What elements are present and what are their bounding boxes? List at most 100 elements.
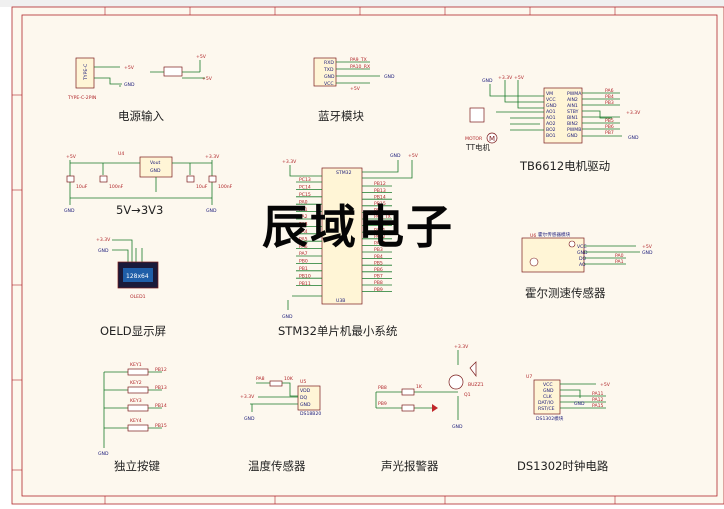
hall-net-pa0: PA0: [615, 253, 624, 259]
key1-ref: KEY1: [130, 362, 142, 368]
svg-text:PWMB: PWMB: [567, 127, 581, 133]
buttons-caption: 独立按键: [114, 459, 160, 473]
svg-text:GND: GND: [577, 250, 588, 256]
power-gnd-label: GND: [124, 82, 135, 88]
rtc-net-pa11: PA11: [592, 391, 604, 397]
alarm-transistor: [448, 374, 464, 390]
svg-text:VDD: VDD: [300, 388, 311, 394]
motor-symbol-letter: M: [489, 135, 495, 143]
key2-net: PB13: [155, 385, 167, 391]
tb-net-pb3: PB3: [605, 100, 614, 106]
keys-gnd: GND: [98, 451, 109, 457]
motor-name: MOTOR: [465, 136, 483, 142]
bt-net-tx: PA9_TX: [350, 57, 367, 63]
svg-text:VCC: VCC: [543, 382, 553, 388]
stm32-ref: U3B: [336, 298, 345, 304]
alarm-3v3: +3.3V: [454, 344, 469, 350]
key3-net: PB14: [155, 403, 167, 409]
svg-text:BIN2: BIN2: [567, 121, 578, 127]
cap-c2: [99, 175, 108, 183]
svg-text:BO1: BO1: [546, 133, 556, 139]
regulator-chip: [139, 156, 173, 178]
toolbar-strip: [0, 0, 724, 7]
temp-net: PA8: [256, 376, 265, 382]
hall-net-pa1: PA1: [615, 259, 624, 265]
svg-text:AO1: AO1: [546, 109, 556, 115]
rtc-part: DS1302模块: [536, 415, 564, 422]
svg-text:GND: GND: [300, 402, 311, 408]
hall-net-5v: +5V: [642, 244, 653, 250]
bt-pin-rxd: RXD: [324, 60, 334, 66]
rtc-net-gnd: GND: [574, 401, 585, 407]
switch-out-label: +5V: [202, 76, 213, 82]
stm32-left-net: PC15: [299, 192, 311, 198]
clock-caption: DS1302时钟电路: [517, 459, 609, 473]
stm32-gnd: GND: [282, 314, 293, 320]
alarm-buzzer-ref: BUZZ1: [468, 382, 484, 388]
alarm-net-pb9: PB9: [378, 401, 387, 407]
svg-text:GND: GND: [543, 388, 554, 394]
stm32-3v3: +3.3V: [282, 159, 297, 165]
tb-net-pb4: PB4: [605, 94, 614, 100]
reg-pin-gnd: GND: [150, 168, 161, 174]
temp-res-val: 10K: [284, 376, 294, 382]
svg-text:AO: AO: [579, 262, 586, 268]
reg-pin-vout: Vout: [150, 160, 161, 166]
temp-3v3: +3.3V: [240, 394, 255, 400]
tb-net-gnd: GND: [628, 135, 639, 141]
stm32-right-gnd: GND: [390, 153, 401, 159]
key3-ref: KEY3: [130, 398, 142, 404]
rtc-net-pa12: PA12: [592, 397, 604, 403]
temp-ref: U5: [300, 379, 306, 385]
svg-text:DQ: DQ: [300, 395, 308, 401]
bt-net-rx: PA10_RX: [350, 64, 370, 70]
oled-3v3: +3.3V: [96, 237, 111, 243]
stm32-left-net: PB0: [299, 259, 308, 265]
cap-c3: [186, 175, 195, 183]
stm32-right-net: PB13: [374, 188, 386, 194]
cap-c2-val: 100nF: [109, 184, 124, 190]
oled-ref: OLED1: [130, 294, 146, 300]
tb-top-3v3: +3.3V: [498, 75, 513, 81]
svg-text:BIN1: BIN1: [567, 115, 578, 121]
stm32-right-net: PB12: [374, 181, 386, 187]
svg-text:AIN2: AIN2: [567, 97, 578, 103]
watermark-title: 辰域电子: [262, 200, 454, 254]
svg-text:RST/CE: RST/CE: [538, 406, 555, 412]
switch-5v-label: +5V: [196, 54, 207, 60]
svg-text:DO: DO: [579, 256, 587, 262]
temperature-caption: 温度传感器: [248, 459, 306, 473]
alarm-net-pb8: PB8: [378, 385, 387, 391]
tb-top-gnd: GND: [482, 78, 493, 84]
regulator-caption: 5V→3V3: [116, 203, 163, 217]
stm32-right-net: PB4: [374, 254, 383, 260]
svg-text:VM: VM: [546, 91, 553, 97]
tb-net-pa6: PA6: [605, 88, 614, 94]
alarm-resistor-1: [401, 388, 415, 396]
temp-part: DS18B20: [300, 411, 321, 417]
bt-pin-gnd: GND: [324, 74, 335, 80]
stm32-left-net: PB10: [299, 273, 311, 279]
motor-driver-caption: TB6612电机驱动: [519, 159, 610, 173]
alarm-resistor-2: [401, 404, 415, 412]
svg-text:VCC: VCC: [546, 97, 556, 103]
svg-text:AIN1: AIN1: [567, 103, 578, 109]
reg-gnd-right: GND: [206, 208, 217, 214]
temp-gnd: GND: [244, 416, 255, 422]
schematic-canvas: TYPE-C TYPE-C-2PIN GND +5V +5V +5V 电源输入 …: [0, 0, 724, 509]
oled-screen-text: 128x64: [126, 273, 149, 280]
power-5v-label: +5V: [124, 65, 135, 71]
cap-c4: [208, 175, 217, 183]
typec-label: TYPE-C: [83, 64, 89, 81]
key1-net: PB12: [155, 367, 167, 373]
alarm-transistor-ref: Q1: [464, 392, 471, 398]
tb-net-3v3: +3.3V: [626, 110, 641, 116]
svg-text:CLK: CLK: [543, 394, 553, 400]
reg-gnd-left: GND: [64, 208, 75, 214]
svg-text:AO2: AO2: [546, 121, 556, 127]
stm32-right-net: PB5: [374, 260, 383, 266]
stm32-top-label: STM32: [336, 170, 352, 176]
alarm-res-val: 1K: [416, 384, 423, 390]
stm32-caption: STM32单片机最小系统: [278, 324, 398, 338]
alarm-caption: 声光报警器: [381, 459, 439, 473]
